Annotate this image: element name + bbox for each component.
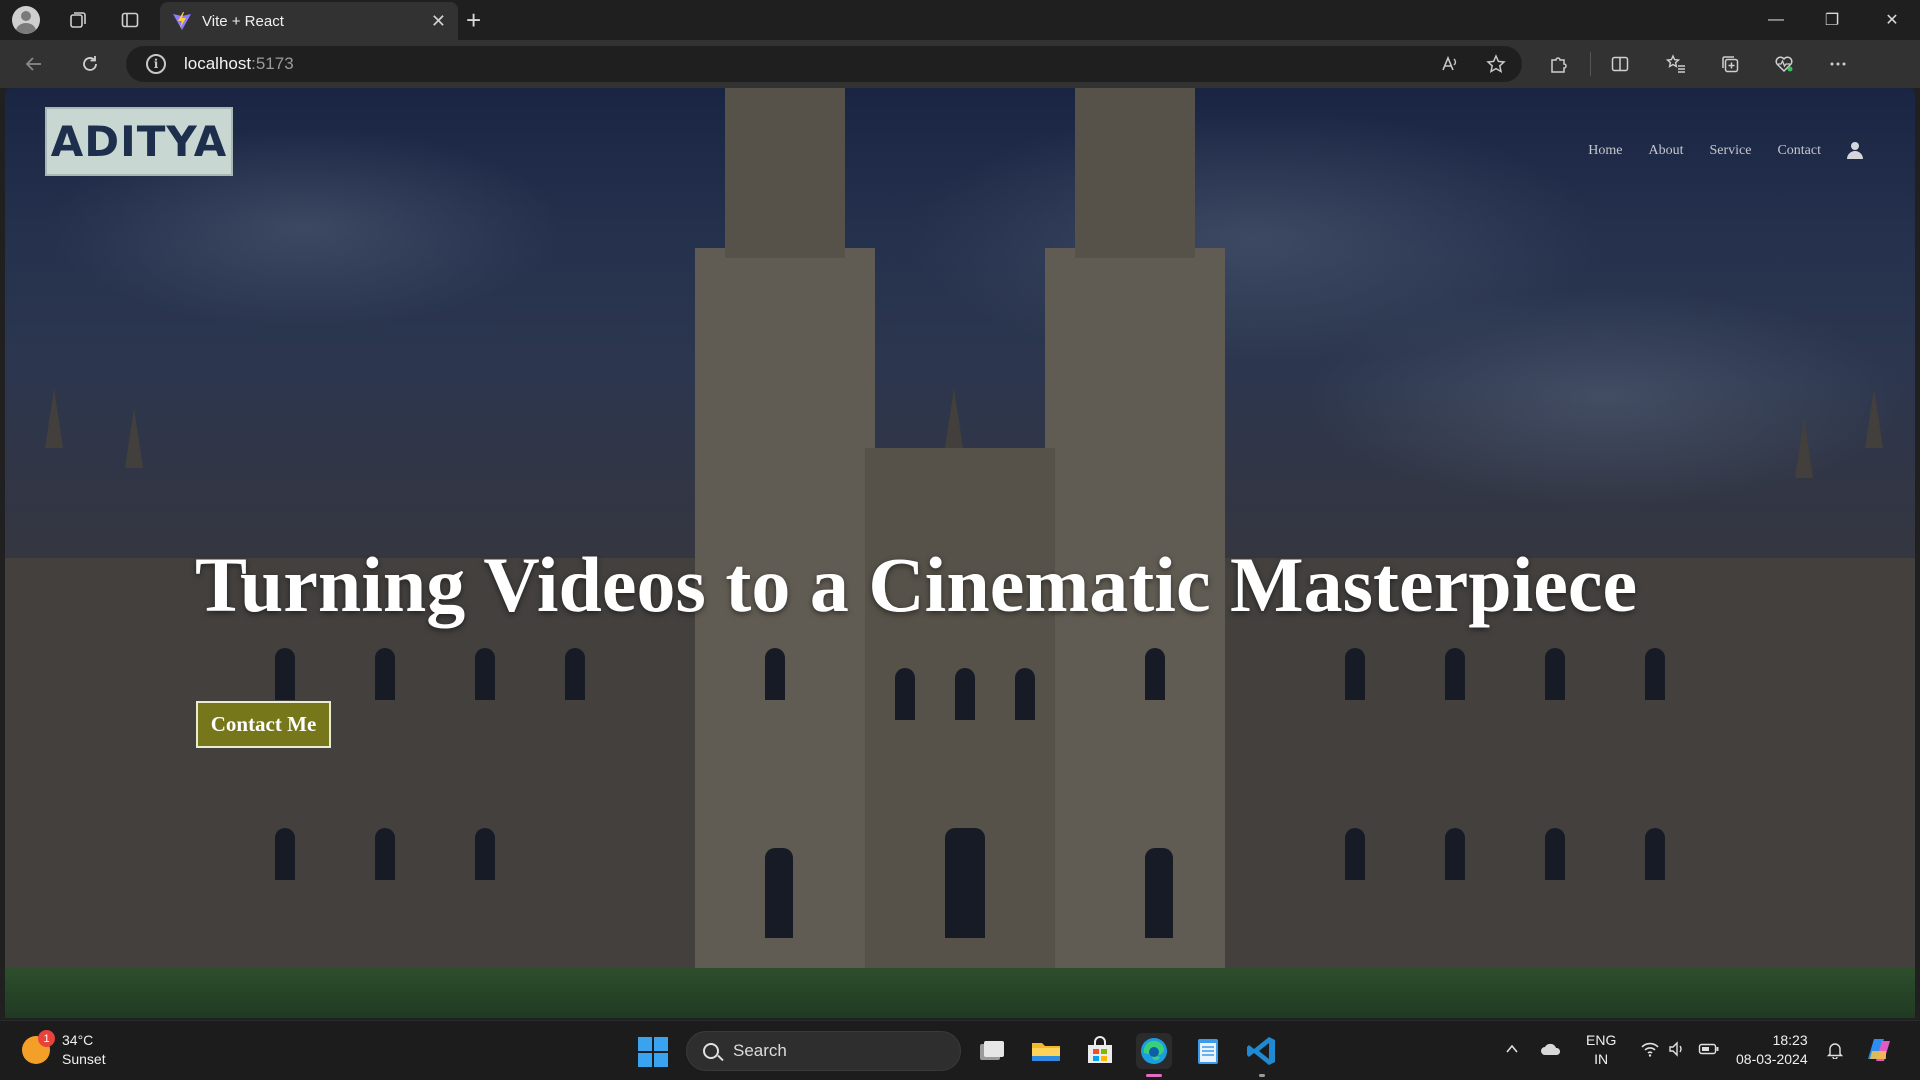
more-options-icon[interactable] — [1822, 48, 1854, 80]
nav-link-about[interactable]: About — [1648, 143, 1683, 159]
weather-temperature: 34°C — [62, 1032, 94, 1048]
url-port: :5173 — [251, 54, 294, 73]
nav-link-contact[interactable]: Contact — [1777, 143, 1821, 159]
windows-taskbar: 1 34°C Sunset Search ENG IN 18:23 08-03-… — [0, 1020, 1920, 1080]
search-label: Search — [733, 1041, 787, 1060]
language-region: IN — [1594, 1051, 1609, 1067]
back-arrow-icon[interactable] — [18, 48, 50, 80]
clock-time: 18:23 — [1772, 1032, 1808, 1048]
notifications-bell-icon[interactable] — [1826, 1041, 1844, 1064]
weather-description: Sunset — [62, 1051, 106, 1067]
extensions-icon[interactable] — [1542, 48, 1574, 80]
tab-close-icon[interactable]: ✕ — [431, 11, 446, 32]
file-explorer-icon[interactable] — [1028, 1033, 1064, 1069]
volume-icon[interactable] — [1668, 1041, 1688, 1062]
workspaces-icon[interactable] — [58, 0, 98, 40]
restore-button[interactable]: ❐ — [1804, 0, 1860, 40]
collections-icon[interactable] — [1714, 48, 1746, 80]
active-browser-tab[interactable]: Vite + React ✕ — [160, 2, 458, 40]
weather-notification-badge: 1 — [38, 1030, 55, 1047]
minimize-button[interactable]: — — [1748, 0, 1804, 40]
browser-essentials-heart-icon[interactable] — [1768, 48, 1800, 80]
system-clock[interactable]: 18:23 08-03-2024 — [1736, 1031, 1808, 1069]
hero-section: ADITYA Home About Service Contact Turnin… — [5, 88, 1915, 1018]
vscode-icon[interactable] — [1244, 1033, 1280, 1077]
refresh-icon[interactable] — [74, 48, 106, 80]
microsoft-store-icon[interactable] — [1082, 1033, 1118, 1069]
read-aloud-icon[interactable] — [1440, 54, 1460, 79]
toolbar-divider — [1590, 52, 1591, 76]
url-host: localhost — [184, 54, 252, 73]
edge-browser-icon[interactable] — [1136, 1033, 1172, 1077]
onedrive-cloud-icon[interactable] — [1540, 1041, 1562, 1062]
wifi-icon[interactable] — [1640, 1041, 1660, 1062]
site-logo[interactable]: ADITYA — [45, 107, 233, 176]
taskbar-search-box[interactable]: Search — [686, 1031, 961, 1071]
browser-toolbar: i localhost:5173 — [0, 40, 1920, 118]
address-bar[interactable]: i localhost:5173 — [126, 46, 1522, 82]
vite-favicon-icon — [173, 12, 191, 30]
clock-date: 08-03-2024 — [1736, 1051, 1808, 1067]
user-account-icon[interactable] — [1847, 142, 1863, 160]
logo-text: ADITYA — [50, 117, 228, 166]
split-screen-icon[interactable] — [1604, 48, 1636, 80]
favorites-list-icon[interactable] — [1660, 48, 1692, 80]
hero-title: Turning Videos to a Cinematic Masterpiec… — [195, 541, 1638, 628]
profile-avatar-icon[interactable] — [12, 6, 40, 34]
notepad-icon[interactable] — [1190, 1033, 1226, 1069]
browser-tab-bar: Vite + React ✕ + — ❐ ✕ — [0, 0, 1920, 40]
language-code: ENG — [1586, 1032, 1617, 1048]
input-language-indicator[interactable]: ENG IN — [1586, 1031, 1616, 1069]
nav-link-home[interactable]: Home — [1588, 143, 1622, 159]
weather-widget[interactable]: 1 34°C Sunset — [22, 1030, 106, 1069]
site-navigation: Home About Service Contact — [1562, 142, 1863, 160]
contact-me-button[interactable]: Contact Me — [196, 701, 331, 748]
close-window-button[interactable]: ✕ — [1864, 0, 1920, 40]
vertical-tabs-icon[interactable] — [110, 0, 150, 40]
tab-title: Vite + React — [202, 12, 284, 30]
show-hidden-icons-chevron-icon[interactable] — [1504, 1041, 1520, 1062]
new-tab-button[interactable]: + — [466, 6, 481, 34]
windows-start-icon[interactable] — [638, 1037, 668, 1067]
search-icon — [703, 1043, 719, 1059]
task-view-icon[interactable] — [974, 1033, 1010, 1069]
battery-icon[interactable] — [1698, 1041, 1720, 1062]
nav-link-service[interactable]: Service — [1709, 143, 1751, 159]
weather-sunset-icon: 1 — [22, 1030, 55, 1064]
favorite-star-icon[interactable] — [1486, 54, 1506, 79]
site-info-icon[interactable]: i — [146, 54, 166, 74]
copilot-taskbar-icon[interactable] — [1862, 1033, 1896, 1067]
